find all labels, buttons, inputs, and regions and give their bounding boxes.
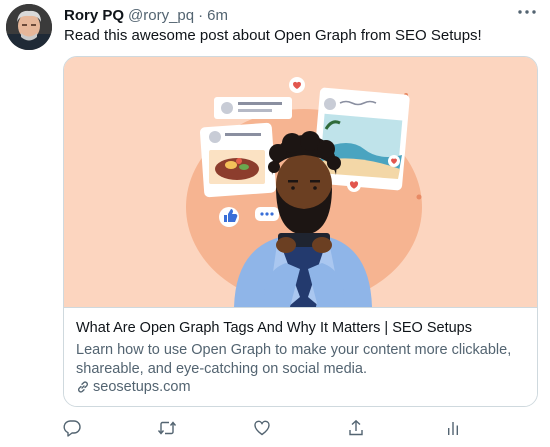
avatar[interactable] (6, 4, 52, 50)
link-preview-card[interactable]: What Are Open Graph Tags And Why It Matt… (63, 56, 538, 407)
tweet-header: Rory PQ @rory_pq · 6m (64, 6, 228, 24)
author-handle[interactable]: @rory_pq (128, 7, 194, 24)
card-link-domain[interactable]: seosetups.com (93, 379, 191, 395)
separator-dot: · (198, 6, 204, 24)
more-options-icon[interactable] (516, 3, 538, 21)
tweet-text: Read this awesome post about Open Graph … (64, 27, 482, 44)
tweet: Rory PQ @rory_pq · 6m Read this awesome … (0, 0, 550, 447)
retweet-icon[interactable] (154, 415, 180, 441)
card-title[interactable]: What Are Open Graph Tags And Why It Matt… (76, 320, 472, 336)
tweet-actions (0, 413, 550, 443)
card-body[interactable]: What Are Open Graph Tags And Why It Matt… (64, 307, 537, 406)
author-name[interactable]: Rory PQ (64, 7, 124, 24)
tweet-timestamp[interactable]: 6m (207, 7, 228, 24)
link-icon (76, 380, 90, 394)
analytics-icon[interactable] (440, 415, 466, 441)
share-icon[interactable] (343, 415, 369, 441)
card-link[interactable]: seosetups.com (76, 379, 191, 395)
reply-icon[interactable] (59, 415, 85, 441)
card-image[interactable] (64, 57, 537, 307)
card-description: Learn how to use Open Graph to make your… (76, 342, 512, 377)
like-icon[interactable] (249, 415, 275, 441)
